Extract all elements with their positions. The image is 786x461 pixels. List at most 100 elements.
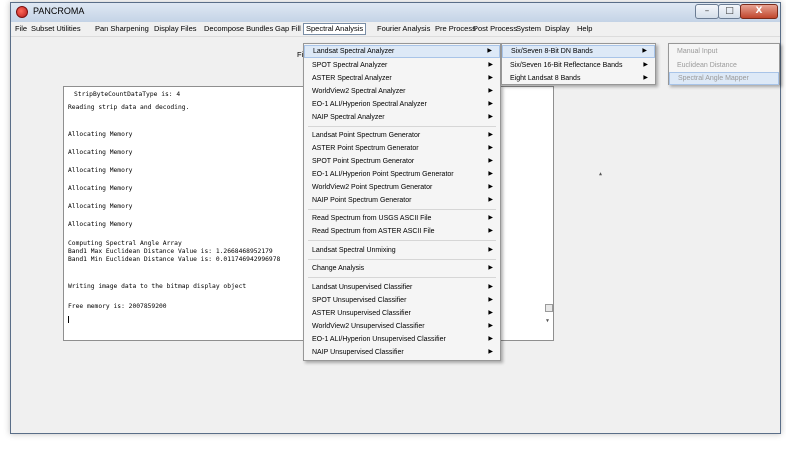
menu-file[interactable]: File — [15, 23, 27, 35]
menu-item-label: EO-1 ALI/Hyperion Point Spectrum Generat… — [312, 171, 454, 178]
menu-pre-process[interactable]: Pre Process — [435, 23, 476, 35]
menu-item-label: Landsat Spectral Analyzer — [313, 48, 395, 55]
submenu-arrow-icon: ▶ — [488, 336, 493, 342]
dn-bands-submenu: Manual Input Euclidean Distance Spectral… — [668, 43, 780, 85]
menu-item-naip-unsupervised[interactable]: NAIP Unsupervised Classifier ▶ — [304, 346, 500, 359]
menu-item-aster-spectral-analyzer[interactable]: ASTER Spectral Analyzer ▶ — [304, 72, 500, 85]
submenu-arrow-icon: ▶ — [488, 145, 493, 151]
menu-separator — [308, 240, 496, 241]
menu-item-label: WorldView2 Point Spectrum Generator — [312, 184, 433, 191]
submenu-arrow-icon: ▶ — [488, 297, 493, 303]
console-line: Allocating Memory — [68, 203, 133, 210]
menu-item-spot-spectral-analyzer[interactable]: SPOT Spectral Analyzer ▶ — [304, 59, 500, 72]
landsat-analyzer-submenu: Six/Seven 8-Bit DN Bands ▶ Six/Seven 16-B… — [501, 43, 656, 85]
menu-item-naip-point-spectrum[interactable]: NAIP Point Spectrum Generator ▶ — [304, 194, 500, 207]
console-line: Band1 Max Euclidean Distance Value is: 1… — [68, 248, 273, 255]
scroll-down-icon[interactable]: ▼ — [546, 318, 549, 324]
submenu-arrow-icon: ▶ — [488, 184, 493, 190]
menu-item-eo1-spectral-analyzer[interactable]: EO-1 ALI/Hyperion Spectral Analyzer ▶ — [304, 98, 500, 111]
submenu-arrow-icon: ▶ — [488, 247, 493, 253]
close-button[interactable]: X — [740, 4, 778, 19]
menu-help[interactable]: Help — [577, 23, 592, 35]
console-line: Allocating Memory — [68, 185, 133, 192]
submenu-arrow-icon: ▶ — [488, 88, 493, 94]
submenu-arrow-icon: ▶ — [488, 284, 493, 290]
menu-item-aster-unsupervised[interactable]: ASTER Unsupervised Classifier ▶ — [304, 307, 500, 320]
menu-separator — [308, 126, 496, 127]
menu-display-files[interactable]: Display Files — [154, 23, 197, 35]
menu-spectral-analysis[interactable]: Spectral Analysis — [303, 23, 367, 35]
menu-item-label: NAIP Unsupervised Classifier — [312, 349, 404, 356]
menu-item-label: WorldView2 Spectral Analyzer — [312, 88, 406, 95]
menu-item-six-seven-8bit-dn[interactable]: Six/Seven 8-Bit DN Bands ▶ — [502, 45, 655, 58]
menu-fourier-analysis[interactable]: Fourier Analysis — [377, 23, 430, 35]
menu-separator — [308, 209, 496, 210]
menu-separator — [308, 277, 496, 278]
submenu-arrow-icon: ▶ — [488, 101, 493, 107]
menu-item-eo1-point-spectrum[interactable]: EO-1 ALI/Hyperion Point Spectrum Generat… — [304, 168, 500, 181]
menu-item-aster-point-spectrum[interactable]: ASTER Point Spectrum Generator ▶ — [304, 142, 500, 155]
menu-gap-fill[interactable]: Gap Fill — [275, 23, 301, 35]
console-line: Free memory is: 2007859200 — [68, 303, 167, 310]
window-title: PANCROMA — [33, 6, 85, 16]
menu-system[interactable]: System — [516, 23, 541, 35]
menu-item-change-analysis[interactable]: Change Analysis ▶ — [304, 262, 500, 275]
submenu-arrow-icon: ▶ — [488, 228, 493, 234]
submenu-arrow-icon: ▶ — [488, 310, 493, 316]
menu-item-label: Eight Landsat 8 Bands — [510, 75, 581, 82]
menu-item-label: EO-1 ALI/Hyperion Spectral Analyzer — [312, 101, 427, 108]
menu-item-label: EO-1 ALI/Hyperion Unsupervised Classifie… — [312, 336, 446, 343]
menu-item-label: SPOT Point Spectrum Generator — [312, 158, 415, 165]
menu-post-process[interactable]: Post Process — [473, 23, 517, 35]
menu-item-landsat-spectral-unmixing[interactable]: Landsat Spectral Unmixing ▶ — [304, 244, 500, 257]
menu-subset-utilities[interactable]: Subset Utilities — [31, 23, 81, 35]
console-line: Allocating Memory — [68, 149, 133, 156]
menu-item-landsat-spectral-analyzer[interactable]: Landsat Spectral Analyzer ▶ — [304, 45, 500, 58]
menu-display[interactable]: Display — [545, 23, 570, 35]
menu-item-worldview2-unsupervised[interactable]: WorldView2 Unsupervised Classifier ▶ — [304, 320, 500, 333]
menu-item-label: NAIP Point Spectrum Generator — [312, 197, 412, 204]
menu-item-label: Read Spectrum from USGS ASCII File — [312, 215, 432, 222]
menu-item-label: Landsat Point Spectrum Generator — [312, 132, 421, 139]
console-line: Writing image data to the bitmap display… — [68, 283, 247, 290]
menu-item-label: ASTER Point Spectrum Generator — [312, 145, 419, 152]
menu-pan-sharpening[interactable]: Pan Sharpening — [95, 23, 149, 35]
menu-item-read-usgs-spectrum[interactable]: Read Spectrum from USGS ASCII File ▶ — [304, 212, 500, 225]
menu-item-label: ASTER Unsupervised Classifier — [312, 310, 411, 317]
maximize-button[interactable]: □ — [718, 4, 741, 19]
submenu-arrow-icon: ▶ — [488, 62, 493, 68]
menu-item-euclidean-distance[interactable]: Euclidean Distance — [669, 59, 779, 72]
menu-item-label: Change Analysis — [312, 265, 365, 272]
menu-item-naip-spectral-analyzer[interactable]: NAIP Spectral Analyzer ▶ — [304, 111, 500, 124]
menu-item-eight-landsat8-bands[interactable]: Eight Landsat 8 Bands ▶ — [502, 72, 655, 85]
menu-item-manual-input[interactable]: Manual Input — [669, 45, 779, 58]
text-cursor — [68, 316, 69, 323]
submenu-arrow-icon: ▶ — [488, 215, 493, 221]
minimize-button[interactable]: – — [695, 4, 719, 19]
menu-item-read-aster-spectrum[interactable]: Read Spectrum from ASTER ASCII File ▶ — [304, 225, 500, 238]
submenu-arrow-icon: ▶ — [488, 265, 493, 271]
console-line: Allocating Memory — [68, 221, 133, 228]
menu-item-spot-unsupervised[interactable]: SPOT Unsupervised Classifier ▶ — [304, 294, 500, 307]
console-line: Allocating Memory — [68, 131, 133, 138]
menu-item-spectral-angle-mapper[interactable]: Spectral Angle Mapper — [669, 72, 779, 85]
menu-decompose-bundles[interactable]: Decompose Bundles — [204, 23, 273, 35]
submenu-arrow-icon: ▶ — [642, 48, 647, 54]
console-line: StripByteCountDataType is: 4 — [74, 91, 181, 98]
title-bar[interactable]: PANCROMA – □ X — [11, 3, 780, 23]
menu-item-worldview2-spectral-analyzer[interactable]: WorldView2 Spectral Analyzer ▶ — [304, 85, 500, 98]
menu-item-landsat-point-spectrum[interactable]: Landsat Point Spectrum Generator ▶ — [304, 129, 500, 142]
menu-item-worldview2-point-spectrum[interactable]: WorldView2 Point Spectrum Generator ▶ — [304, 181, 500, 194]
submenu-arrow-icon: ▶ — [488, 197, 493, 203]
menu-item-spot-point-spectrum[interactable]: SPOT Point Spectrum Generator ▶ — [304, 155, 500, 168]
menu-item-label: ASTER Spectral Analyzer — [312, 75, 392, 82]
scrollbar-thumb[interactable] — [545, 304, 553, 312]
menu-item-label: WorldView2 Unsupervised Classifier — [312, 323, 425, 330]
submenu-arrow-icon: ▶ — [488, 75, 493, 81]
scroll-up-icon[interactable]: ▲ — [599, 171, 602, 177]
submenu-arrow-icon: ▶ — [488, 132, 493, 138]
menu-item-landsat-unsupervised[interactable]: Landsat Unsupervised Classifier ▶ — [304, 281, 500, 294]
menu-item-label: SPOT Spectral Analyzer — [312, 62, 388, 69]
menu-item-six-seven-16bit-reflectance[interactable]: Six/Seven 16-Bit Reflectance Bands ▶ — [502, 59, 655, 72]
menu-item-eo1-unsupervised[interactable]: EO-1 ALI/Hyperion Unsupervised Classifie… — [304, 333, 500, 346]
